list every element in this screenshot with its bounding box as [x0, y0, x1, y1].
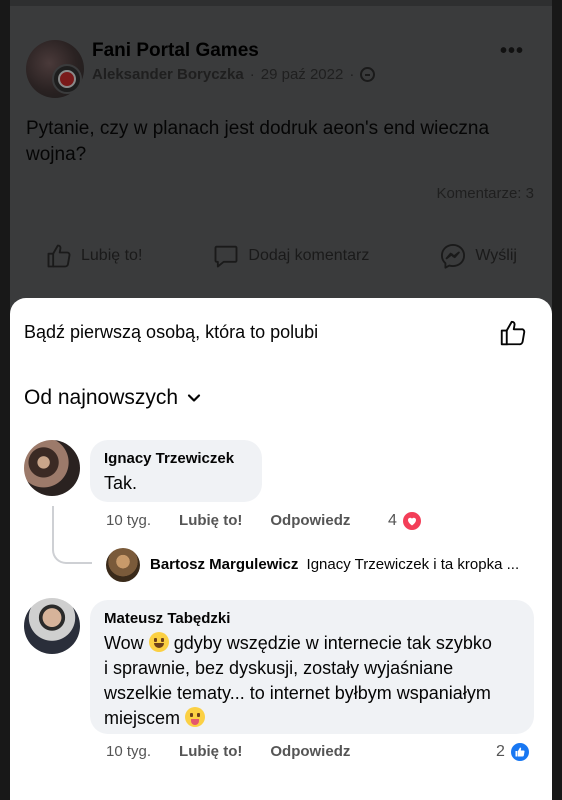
comment-icon [214, 245, 238, 268]
reaction-summary[interactable]: 2 [496, 741, 531, 763]
post-actions: Lubię to! Dodaj komentarz Wyślij [10, 232, 552, 280]
comment-text: Tak. [104, 473, 138, 493]
chevron-down-icon [187, 394, 201, 402]
separator: · [249, 66, 255, 83]
messenger-icon [441, 243, 466, 269]
comments-count[interactable]: Komentarze: 3 [436, 185, 534, 202]
comment-button-label: Dodaj komentarz [248, 247, 370, 264]
comments-sheet: Bądź pierwszą osobą, która to polubi Od … [10, 298, 552, 800]
reply-preview[interactable]: Bartosz Margulewicz Ignacy Trzewiczek i … [150, 556, 540, 573]
like-icon [508, 741, 531, 763]
reaction-summary[interactable]: 4 [388, 510, 423, 532]
comment-text: Wow gdyby wszędzie w internecie tak szyb… [104, 631, 520, 731]
avatar[interactable] [106, 548, 140, 582]
comment-text-line: Wow [104, 633, 144, 653]
comment-button[interactable]: Dodaj komentarz [212, 242, 369, 270]
group-name[interactable]: Fani Portal Games [92, 40, 259, 62]
more-options-button[interactable]: ••• [500, 40, 524, 63]
comment-time[interactable]: 10 tyg. [106, 512, 151, 529]
frame-edge [552, 0, 562, 800]
comment-text-line: miejscem [104, 708, 181, 728]
like-post-button[interactable] [498, 318, 528, 353]
comment-meta: 10 tyg. Lubię to! Odpowiedz [106, 512, 350, 529]
comment-like-button[interactable]: Lubię to! [179, 743, 242, 760]
comment-like-button[interactable]: Lubię to! [179, 512, 242, 529]
sort-dropdown[interactable]: Od najnowszych [24, 386, 202, 410]
comment-text-line: i sprawnie, bez dyskusji, zostały wyjaśn… [104, 658, 454, 678]
send-button-label: Wyślij [475, 247, 517, 264]
separator: · [349, 66, 355, 83]
comment-meta: 10 tyg. Lubię to! Odpowiedz [106, 743, 350, 760]
author-avatar[interactable] [52, 64, 82, 94]
comment-reply-button[interactable]: Odpowiedz [270, 743, 350, 760]
author-name[interactable]: Aleksander Boryczka [92, 66, 244, 83]
like-button[interactable]: Lubię to! [45, 242, 142, 270]
top-strip [10, 0, 552, 6]
commenter-name[interactable]: Mateusz Tabędzki [104, 610, 520, 627]
thumbs-up-icon [500, 320, 526, 346]
reaction-count: 4 [388, 512, 397, 529]
post-date[interactable]: 29 paź 2022 [261, 66, 344, 83]
reply-text: Ignacy Trzewiczek i ta kropka ... [306, 556, 520, 573]
tongue-emoji-icon [185, 707, 206, 727]
commenter-name[interactable]: Ignacy Trzewiczek [104, 450, 248, 467]
commenter-name[interactable]: Bartosz Margulewicz [150, 556, 298, 573]
comment-time[interactable]: 10 tyg. [106, 743, 151, 760]
like-button-label: Lubię to! [81, 247, 143, 264]
send-button[interactable]: Wyślij [439, 242, 517, 270]
reaction-count: 2 [496, 743, 505, 760]
comment-bubble: Mateusz Tabędzki Wow gdyby wszędzie w in… [90, 600, 534, 734]
grinning-emoji-icon [148, 632, 169, 652]
heart-icon [400, 510, 423, 532]
frame-edge [0, 0, 10, 800]
comment-bubble: Ignacy Trzewiczek Tak. [90, 440, 262, 502]
avatar[interactable] [24, 598, 80, 654]
post-text: Pytanie, czy w planach jest dodruk aeon'… [26, 118, 490, 165]
comment-reply-button[interactable]: Odpowiedz [270, 512, 350, 529]
author-line: Aleksander Boryczka · 29 paź 2022 · [92, 66, 376, 83]
avatar[interactable] [24, 440, 80, 496]
comment-text-line: gdyby wszędzie w internecie tak szybko [173, 633, 492, 653]
first-like-prompt: Bądź pierwszą osobą, która to polubi [24, 322, 319, 342]
thumbs-up-icon [47, 244, 71, 268]
sort-label: Od najnowszych [24, 386, 179, 409]
comment-text-line: wszelkie tematy... to internet byłbym ws… [104, 683, 491, 703]
globe-icon [360, 67, 376, 82]
reply-thread-line [52, 506, 92, 564]
